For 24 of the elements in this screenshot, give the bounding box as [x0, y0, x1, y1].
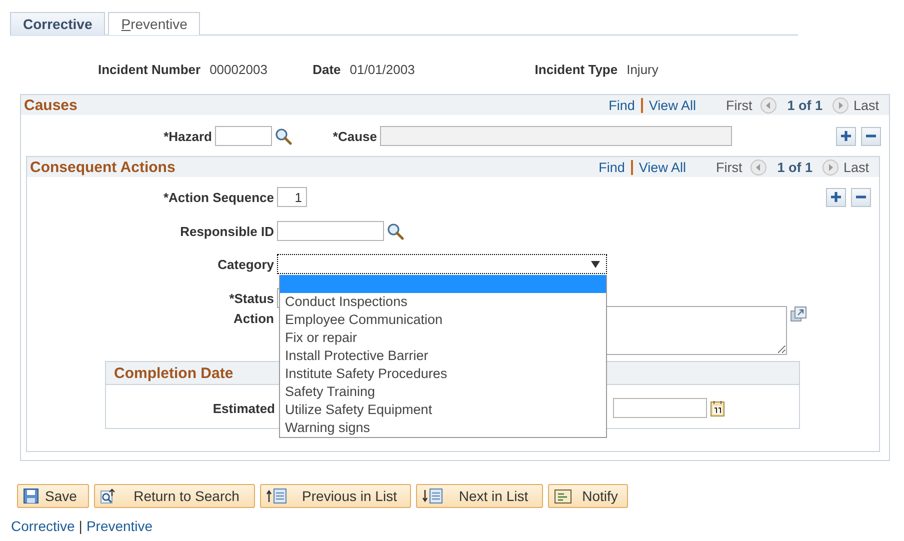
action-label: Action	[232, 311, 274, 326]
link-separator: |	[78, 518, 82, 534]
last-label: Last	[843, 160, 869, 174]
field-label: Incident Number	[98, 62, 201, 76]
first-label: First	[716, 160, 742, 174]
responsible-id-label: Responsible ID	[179, 224, 274, 238]
section-title: Completion Date	[114, 364, 234, 382]
row-count: 1 of 1	[787, 98, 822, 112]
hazard-label: *Hazard	[162, 128, 212, 144]
section-title: Consequent Actions	[30, 158, 176, 176]
section-title: Causes	[24, 96, 78, 114]
category-label: Category	[216, 256, 274, 272]
action-sequence-label: *Action Sequence	[162, 190, 274, 204]
field-value: 00002003	[210, 62, 268, 76]
row-count: 1 of 1	[777, 160, 812, 174]
field-value: 01/01/2003	[350, 62, 416, 76]
estimated-label: Estimated	[212, 400, 275, 416]
field-label: Date	[312, 62, 341, 76]
first-label: First	[726, 98, 752, 112]
last-label: Last	[853, 98, 879, 112]
field-label: Incident Type	[534, 62, 618, 76]
field-value: Injury	[626, 62, 658, 76]
cause-label: *Cause	[332, 128, 377, 144]
status-label: *Status	[228, 290, 274, 306]
